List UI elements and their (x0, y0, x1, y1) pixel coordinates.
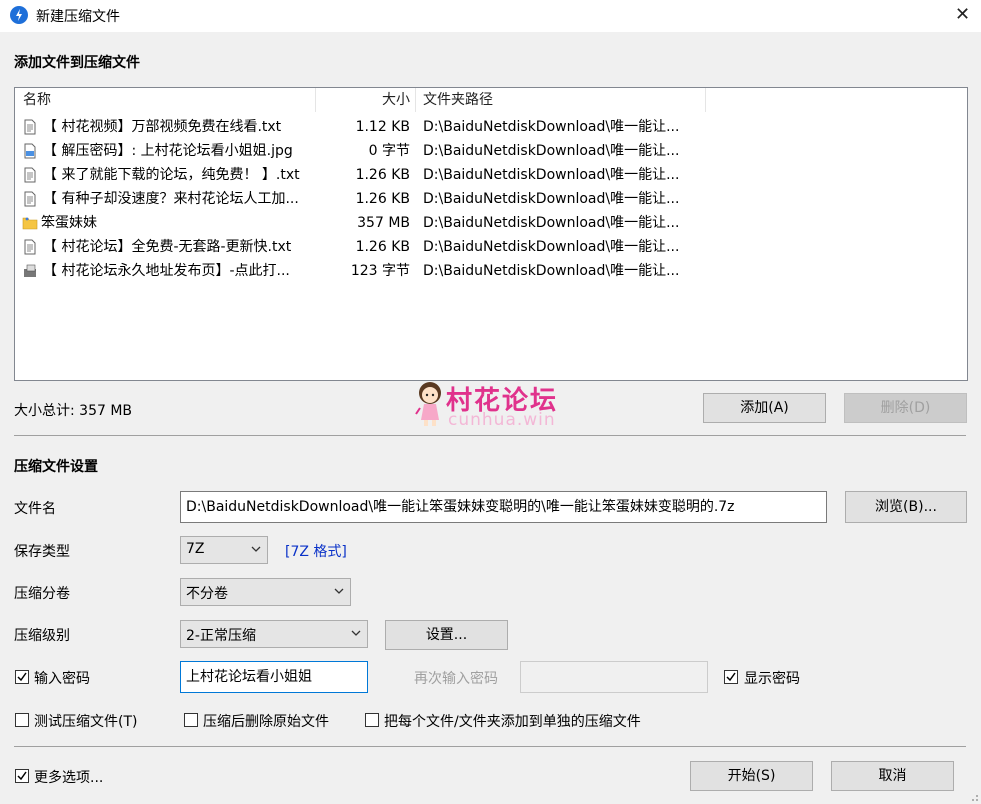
more-options-checkbox[interactable] (15, 769, 29, 783)
file-path: D:\BaiduNetdiskDownload\唯一能让... (423, 263, 680, 279)
separate-archives-checkbox[interactable] (365, 713, 379, 727)
column-header-name[interactable]: 名称 (23, 88, 51, 112)
save-type-select[interactable]: 7Z (180, 536, 268, 564)
level-select[interactable]: 2-正常压缩 (180, 620, 368, 648)
image-file-icon (22, 143, 38, 159)
file-size: 0 字节 (368, 143, 410, 159)
text-file-icon (22, 191, 38, 207)
file-name: 【 村花论坛】全免费-无套路-更新快.txt (43, 239, 292, 255)
test-archive-checkbox[interactable] (15, 713, 29, 727)
delete-after-checkbox[interactable] (184, 713, 198, 727)
add-button[interactable]: 添加(A) (703, 393, 826, 423)
total-size: 大小总计: 357 MB (14, 403, 133, 419)
window-title: 新建压缩文件 (36, 9, 120, 25)
filename-input[interactable]: D:\BaiduNetdiskDownload\唯一能让笨蛋妹妹变聪明的\唯一能… (180, 491, 827, 523)
checkmark-icon (17, 771, 27, 781)
close-icon[interactable]: ✕ (944, 0, 981, 30)
browse-button[interactable]: 浏览(B)... (845, 491, 967, 523)
divider (14, 435, 966, 436)
file-name: 【 来了就能下载的论坛，纯免费！ 】.txt (43, 167, 300, 183)
files-section-title: 添加文件到压缩文件 (14, 55, 140, 71)
split-value: 不分卷 (186, 586, 228, 602)
girl-mascot-icon (415, 382, 441, 426)
divider (14, 746, 966, 747)
file-name: 【 有种子却没速度？来村花论坛人工加... (43, 191, 299, 207)
file-path: D:\BaiduNetdiskDownload\唯一能让... (423, 143, 680, 159)
password-checkbox[interactable] (15, 670, 29, 684)
level-settings-button[interactable]: 设置... (385, 620, 508, 650)
delete-button[interactable]: 删除(D) (844, 393, 967, 423)
file-size: 357 MB (357, 215, 410, 231)
confirm-password-input[interactable] (520, 661, 708, 693)
file-path: D:\BaiduNetdiskDownload\唯一能让... (423, 191, 680, 207)
settings-section-title: 压缩文件设置 (14, 459, 98, 475)
watermark-subtext: cunhua.win (448, 410, 556, 430)
text-file-icon (22, 119, 38, 135)
checkmark-icon (726, 672, 736, 682)
level-label: 压缩级别 (14, 628, 70, 644)
chevron-down-icon (251, 546, 261, 552)
password-input[interactable]: 上村花论坛看小姐姐 (180, 661, 368, 693)
resize-grip-icon[interactable] (967, 790, 979, 802)
chevron-down-icon (351, 630, 361, 636)
checkmark-icon (17, 672, 27, 682)
show-password-label[interactable]: 显示密码 (744, 668, 800, 688)
text-file-icon (22, 167, 38, 183)
file-row[interactable]: 【 解压密码】: 上村花论坛看小姐姐.jpg 0 字节 D:\BaiduNetdis… (15, 139, 967, 163)
text-file-icon (22, 239, 38, 255)
file-size: 1.12 KB (355, 119, 410, 135)
test-archive-label[interactable]: 测试压缩文件(T) (34, 711, 137, 731)
file-row[interactable]: 【 来了就能下载的论坛，纯免费！ 】.txt 1.26 KB D:\BaiduNet… (15, 163, 967, 187)
file-name: 【 村花论坛永久地址发布页】-点此打... (43, 263, 290, 279)
show-password-checkbox[interactable] (724, 670, 738, 684)
separate-archives-label[interactable]: 把每个文件/文件夹添加到单独的压缩文件 (384, 711, 641, 731)
password-checkbox-label[interactable]: 输入密码 (34, 668, 90, 688)
file-row[interactable]: 【 村花论坛永久地址发布页】-点此打... 123 字节 D:\BaiduNetdi… (15, 259, 967, 283)
more-options-label[interactable]: 更多选项... (34, 767, 103, 787)
file-list[interactable]: 名称 大小 文件夹路径 【 村花视频】万部视频免费在线看.txt 1.12 KB D… (14, 87, 968, 381)
file-row[interactable]: 【 村花论坛】全免费-无套路-更新快.txt 1.26 KB D:\BaiduNet… (15, 235, 967, 259)
split-label: 压缩分卷 (14, 586, 70, 602)
start-button[interactable]: 开始(S) (690, 761, 813, 791)
file-size: 1.26 KB (355, 239, 410, 255)
file-size: 1.26 KB (355, 191, 410, 207)
file-path: D:\BaiduNetdiskDownload\唯一能让... (423, 167, 680, 183)
folder-icon (22, 215, 38, 231)
title-bar: 新建压缩文件 ✕ (0, 0, 981, 32)
file-row[interactable]: 【 有种子却没速度？来村花论坛人工加... 1.26 KB D:\BaiduNetd… (15, 187, 967, 211)
file-name: 【 解压密码】: 上村花论坛看小姐姐.jpg (43, 143, 293, 159)
filename-label: 文件名 (14, 501, 56, 517)
cancel-button[interactable]: 取消 (831, 761, 954, 791)
level-value: 2-正常压缩 (186, 628, 256, 644)
file-row[interactable]: 【 村花视频】万部视频免费在线看.txt 1.12 KB D:\BaiduNetdi… (15, 115, 967, 139)
file-name: 【 村花视频】万部视频免费在线看.txt (43, 119, 282, 135)
chevron-down-icon (334, 588, 344, 594)
shortcut-file-icon (22, 263, 38, 279)
split-select[interactable]: 不分卷 (180, 578, 351, 606)
bandizip-icon (10, 6, 28, 24)
file-size: 123 字节 (350, 263, 410, 279)
file-row[interactable]: 笨蛋妹妹 357 MB D:\BaiduNetdiskDownload\唯一能让..… (15, 211, 967, 235)
file-name: 笨蛋妹妹 (41, 215, 97, 231)
save-type-value: 7Z (186, 541, 205, 557)
column-header-size[interactable]: 大小 (315, 88, 410, 112)
file-size: 1.26 KB (355, 167, 410, 183)
delete-after-label[interactable]: 压缩后删除原始文件 (203, 711, 329, 731)
file-path: D:\BaiduNetdiskDownload\唯一能让... (423, 215, 680, 231)
file-path: D:\BaiduNetdiskDownload\唯一能让... (423, 119, 680, 135)
confirm-password-label: 再次输入密码 (414, 671, 498, 687)
format-link[interactable]: [7Z 格式] (285, 541, 347, 561)
column-header-path[interactable]: 文件夹路径 (423, 88, 493, 112)
save-type-label: 保存类型 (14, 544, 70, 560)
file-path: D:\BaiduNetdiskDownload\唯一能让... (423, 239, 680, 255)
